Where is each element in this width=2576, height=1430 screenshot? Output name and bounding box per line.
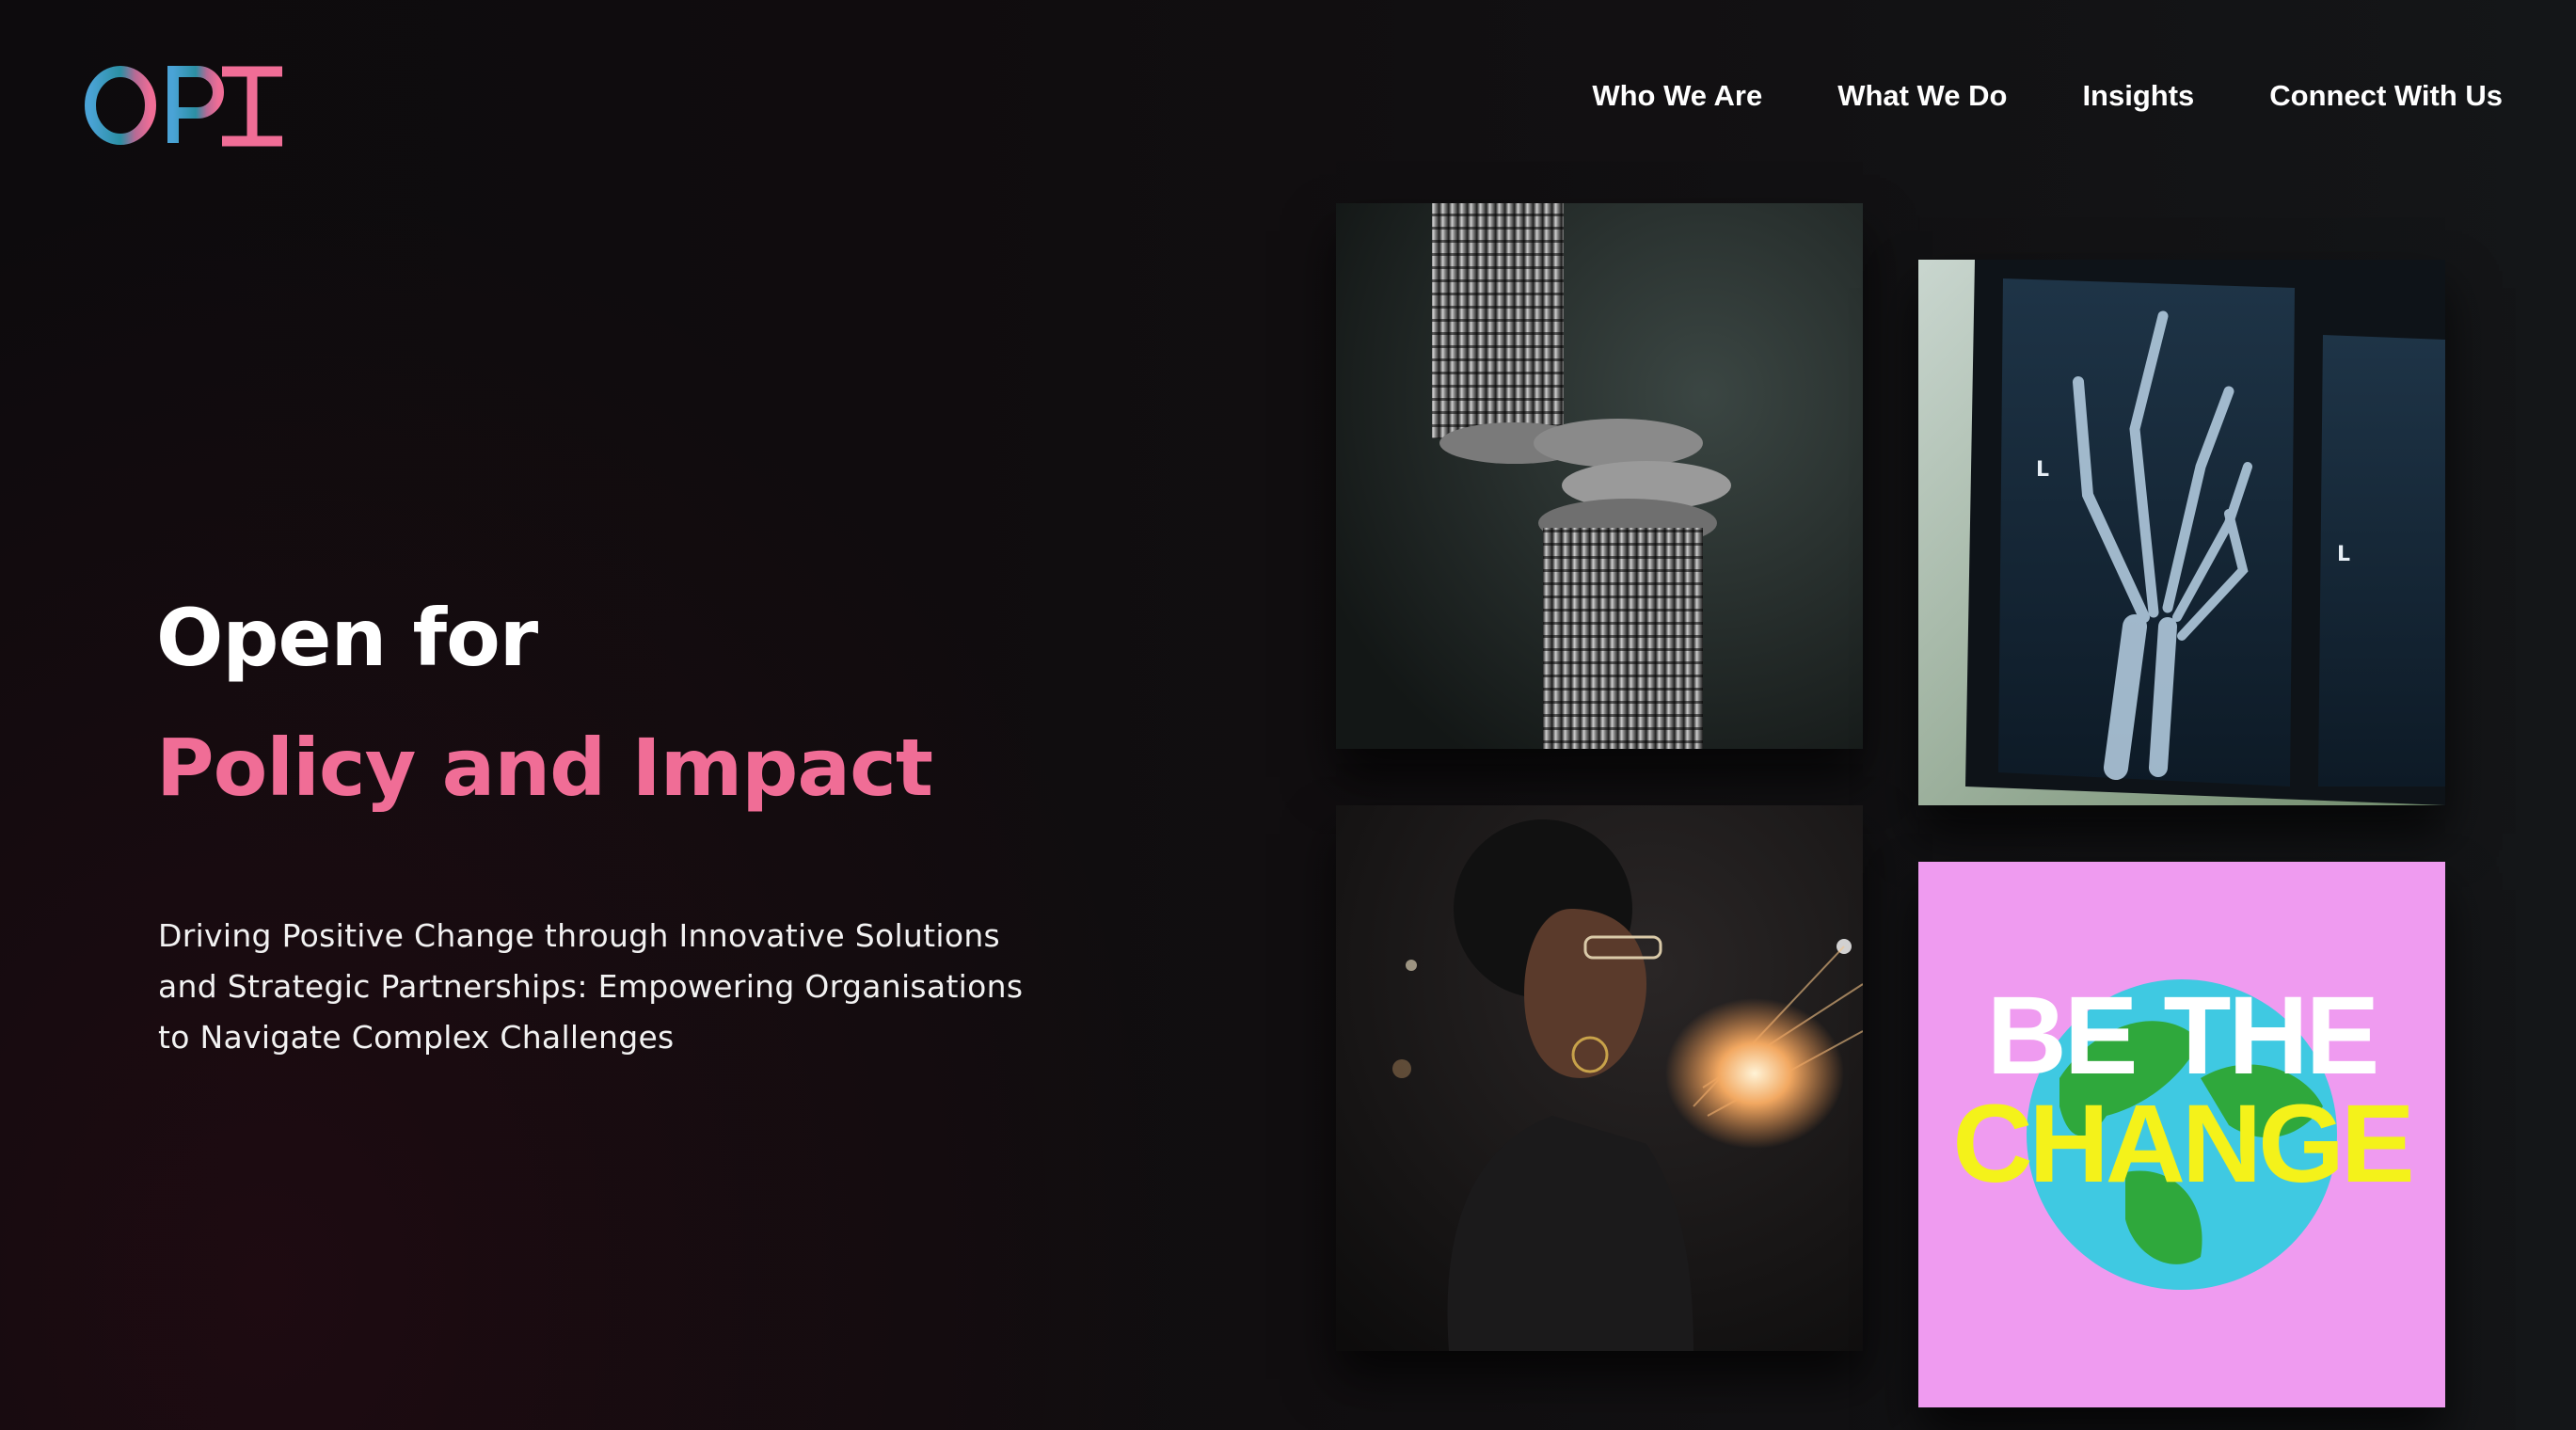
xray-image: L L [1918, 260, 2445, 805]
woman-light-image [1336, 805, 1863, 1351]
be-the-change-image: BE THE CHANGE [1918, 862, 2445, 1407]
nav-who-we-are[interactable]: Who We Are [1592, 79, 1762, 113]
hero-description: Driving Positive Change through Innovati… [158, 917, 1024, 1056]
background-glow [0, 0, 1317, 1430]
nav-what-we-do[interactable]: What We Do [1837, 79, 2007, 113]
be-the-text: BE THE [1987, 974, 2377, 1098]
svg-text:L: L [2337, 543, 2350, 566]
opi-logo-mark [85, 66, 282, 147]
svg-text:L: L [2036, 458, 2049, 482]
hero-title-accent: Policy and Impact [156, 722, 933, 814]
nav-insights[interactable]: Insights [2082, 79, 2194, 113]
nav-connect-with-us[interactable]: Connect With Us [2269, 79, 2503, 113]
opi-logo[interactable] [83, 62, 286, 147]
change-text: CHANGE [1952, 1082, 2411, 1206]
coins-image [1336, 203, 1863, 749]
main-nav: Who We Are What We Do Insights Connect W… [1592, 79, 2503, 113]
page: Who We Are What We Do Insights Connect W… [0, 0, 2576, 1430]
hero-title: Open for [156, 592, 538, 684]
